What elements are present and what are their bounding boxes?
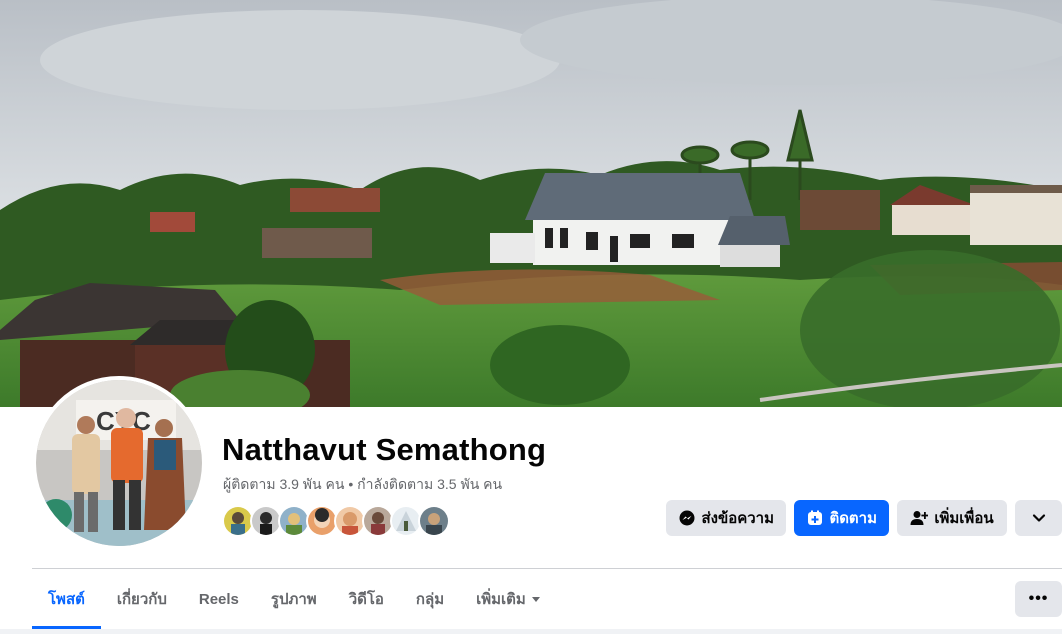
chevron-down-icon	[1030, 509, 1048, 527]
tab-about[interactable]: เกี่ยวกับ	[101, 569, 183, 629]
cover-photo[interactable]	[0, 0, 1062, 407]
follower-stats: ผู้ติดตาม 3.9 พัน คน • กำลังติดตาม 3.5 พ…	[223, 474, 502, 496]
stats-separator: •	[344, 476, 358, 492]
tab-groups[interactable]: กลุ่ม	[400, 569, 460, 629]
profile-avatar[interactable]: CYC	[32, 376, 206, 550]
follow-icon	[806, 509, 823, 527]
tab-more-label: เพิ่มเติม	[476, 591, 526, 608]
tab-posts[interactable]: โพสต์	[32, 569, 101, 629]
add-friend-button[interactable]: เพิ่มเพื่อน	[897, 500, 1007, 536]
tab-videos[interactable]: วิดีโอ	[333, 569, 400, 629]
ellipsis-icon: •••	[1028, 590, 1049, 607]
caret-down-icon	[531, 596, 540, 602]
friend-avatar[interactable]	[418, 505, 450, 537]
follow-button[interactable]: ติดตาม	[794, 500, 889, 536]
tab-reels[interactable]: Reels	[183, 569, 255, 629]
followers-link[interactable]: ผู้ติดตาม 3.9 พัน คน	[223, 476, 344, 492]
profile-name: Natthavut Semathong	[222, 432, 547, 467]
profile-options-dropdown[interactable]	[1015, 500, 1062, 536]
more-options-button[interactable]: •••	[1015, 581, 1062, 617]
follow-button-label: ติดตาม	[829, 510, 877, 527]
add-friend-button-label: เพิ่มเพื่อน	[934, 510, 994, 527]
tab-more[interactable]: เพิ่มเติม	[460, 569, 556, 629]
profile-tabs: โพสต์ เกี่ยวกับ Reels รูปภาพ วิดีโอ กลุ่…	[32, 569, 556, 629]
following-link[interactable]: กำลังติดตาม 3.5 พัน คน	[357, 476, 502, 492]
mutual-friends-avatars	[222, 505, 450, 537]
tab-photos[interactable]: รูปภาพ	[255, 569, 333, 629]
message-button-label: ส่งข้อความ	[701, 510, 774, 527]
add-friend-icon	[910, 509, 929, 527]
messenger-icon	[678, 509, 695, 527]
message-button[interactable]: ส่งข้อความ	[666, 500, 786, 536]
page-background-strip	[0, 629, 1062, 634]
